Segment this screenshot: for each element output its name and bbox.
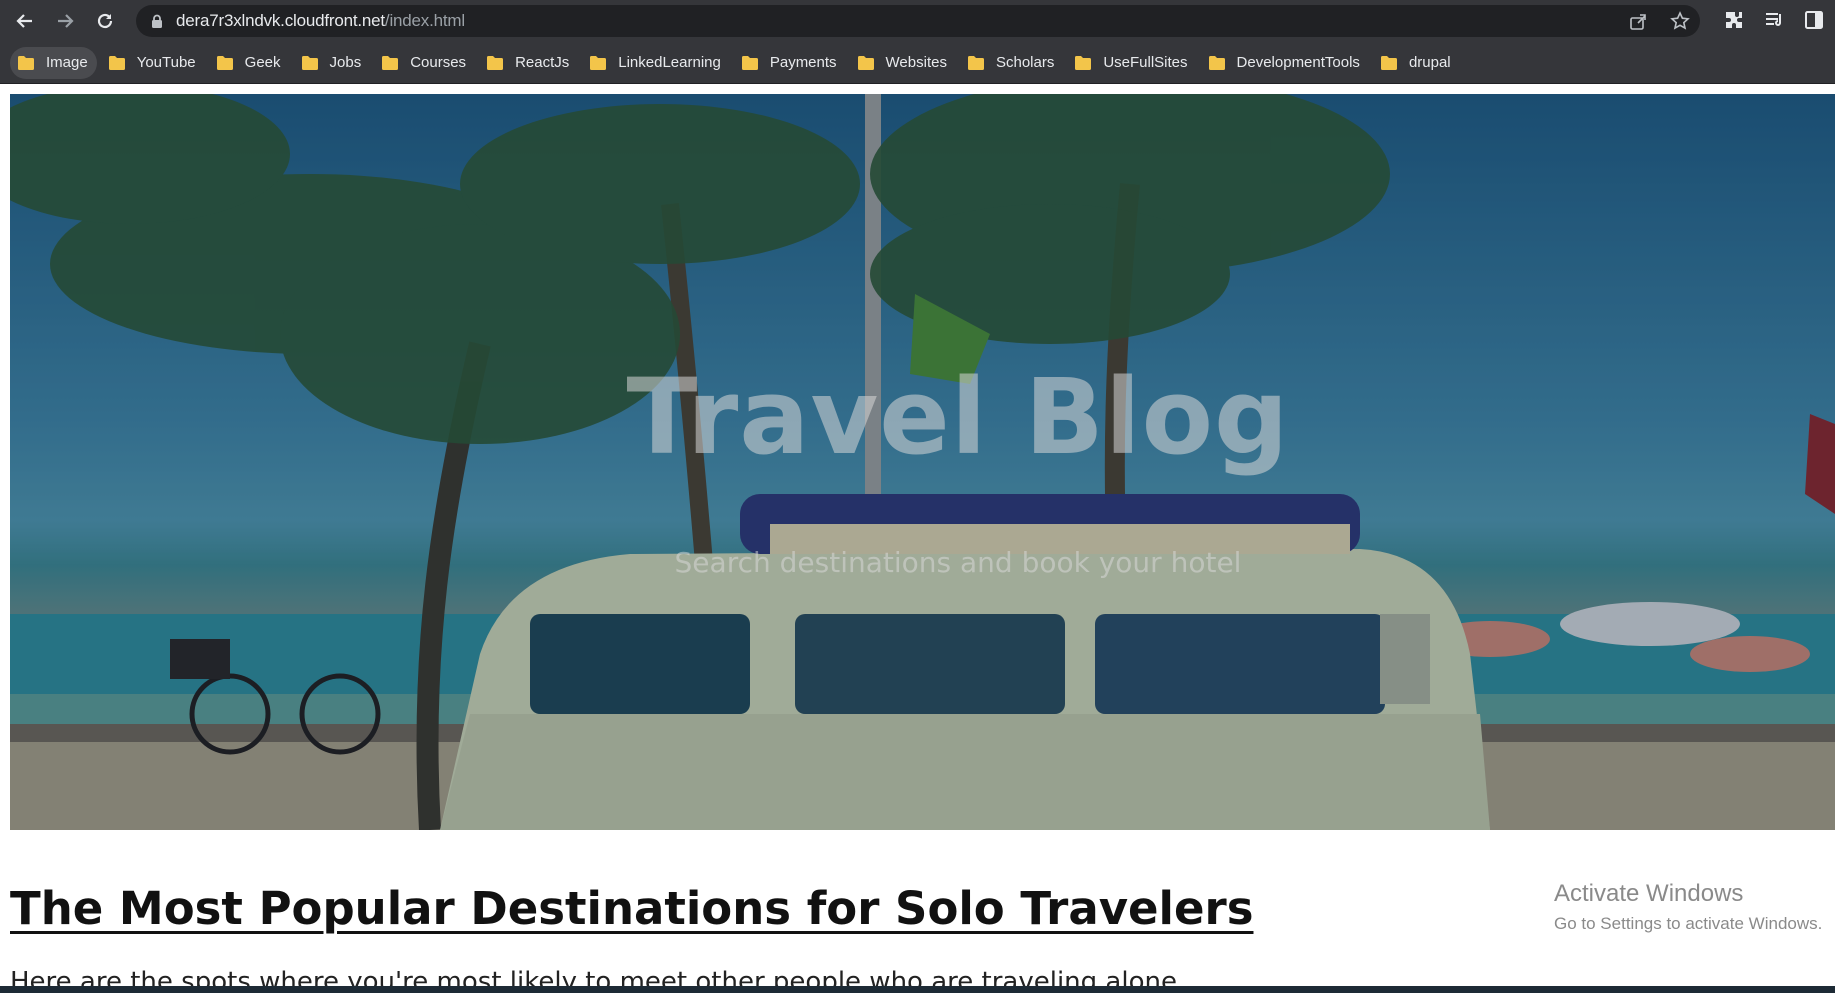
hero-banner: Travel Blog Search destinations and book… <box>10 94 1835 830</box>
url-host: dera7r3xlndvk.cloudfront.net <box>176 11 385 30</box>
url-path: /index.html <box>384 11 465 30</box>
folder-icon <box>18 55 34 70</box>
bookmark-label: DevelopmentTools <box>1236 54 1360 71</box>
side-panel-icon[interactable] <box>1803 9 1825 31</box>
folder-icon <box>1380 55 1397 70</box>
bookmark-label: LinkedLearning <box>618 54 721 71</box>
bookmark-label: Image <box>46 54 88 71</box>
back-button[interactable] <box>10 6 40 36</box>
bookmarks-bar: Image YouTube Geek Jobs Courses ReactJs … <box>0 42 1835 84</box>
reload-icon <box>97 13 113 29</box>
reload-button[interactable] <box>90 6 120 36</box>
bookmark-youtube[interactable]: YouTube <box>101 47 205 79</box>
hero-subtitle: Search destinations and book your hotel <box>674 546 1242 579</box>
address-bar[interactable]: dera7r3xlndvk.cloudfront.net/index.html <box>136 5 1700 37</box>
folder-icon <box>108 55 125 70</box>
folder-icon <box>301 55 318 70</box>
folder-icon <box>741 55 758 70</box>
bookmark-jobs[interactable]: Jobs <box>294 47 371 79</box>
extensions-icon[interactable] <box>1723 9 1745 31</box>
bookmark-label: Payments <box>769 54 837 71</box>
bookmark-label: Jobs <box>329 54 362 71</box>
bookmark-linkedlearning[interactable]: LinkedLearning <box>582 47 730 79</box>
bookmark-scholars[interactable]: Scholars <box>960 47 1063 79</box>
browser-toolbar: dera7r3xlndvk.cloudfront.net/index.html <box>0 0 1835 42</box>
folder-icon <box>1208 55 1225 70</box>
bookmark-label: UseFullSites <box>1103 54 1188 71</box>
activate-windows-watermark: Activate Windows Go to Settings to activ… <box>1554 880 1822 934</box>
watermark-line-2: Go to Settings to activate Windows. <box>1554 914 1823 933</box>
bookmark-courses[interactable]: Courses <box>374 47 475 79</box>
lock-icon <box>152 14 162 28</box>
bookmark-reactjs[interactable]: ReactJs <box>479 47 578 79</box>
bookmark-developmenttools[interactable]: DevelopmentTools <box>1201 47 1369 79</box>
folder-icon <box>590 55 607 70</box>
page-content: Travel Blog Search destinations and book… <box>0 84 1835 993</box>
bookmark-label: drupal <box>1408 54 1451 71</box>
bookmark-websites[interactable]: Websites <box>850 47 956 79</box>
forward-arrow-icon <box>58 14 74 28</box>
bookmark-usefullsites[interactable]: UseFullSites <box>1067 47 1196 79</box>
bookmark-label: Websites <box>885 54 947 71</box>
bookmark-star-icon[interactable] <box>1670 11 1690 31</box>
bookmark-geek[interactable]: Geek <box>209 47 290 79</box>
bookmark-label: ReactJs <box>515 54 570 71</box>
os-taskbar <box>0 986 1835 993</box>
hero-title: Travel Blog <box>626 356 1290 478</box>
bookmark-label: Geek <box>244 54 281 71</box>
folder-icon <box>487 55 504 70</box>
forward-button[interactable] <box>50 6 80 36</box>
back-arrow-icon <box>16 14 32 28</box>
folder-icon <box>967 55 984 70</box>
folder-icon <box>1075 55 1092 70</box>
bookmark-label: Courses <box>410 54 467 71</box>
watermark-line-1: Activate Windows <box>1554 880 1744 907</box>
bookmark-payments[interactable]: Payments <box>734 47 846 79</box>
bookmark-drupal[interactable]: drupal <box>1373 47 1460 79</box>
bookmark-image[interactable]: Image <box>10 46 97 79</box>
folder-icon <box>857 55 874 70</box>
url-text: dera7r3xlndvk.cloudfront.net/index.html <box>176 11 465 31</box>
share-icon[interactable] <box>1628 11 1648 31</box>
section-title[interactable]: The Most Popular Destinations for Solo T… <box>10 882 1253 935</box>
folder-icon <box>216 55 233 70</box>
bookmark-label: Scholars <box>995 54 1055 71</box>
bookmark-label: YouTube <box>136 54 196 71</box>
reading-list-icon[interactable] <box>1763 9 1785 31</box>
folder-icon <box>382 55 399 70</box>
